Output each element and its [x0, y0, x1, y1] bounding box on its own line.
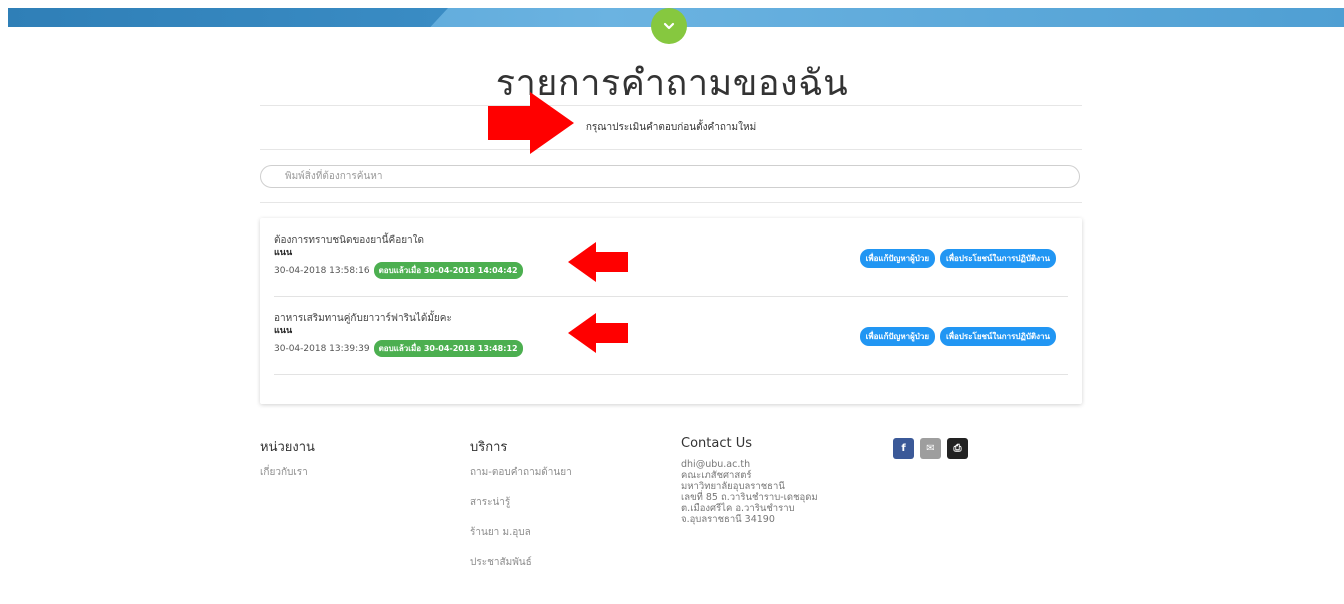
evaluation-notice: กรุณาประเมินคำตอบก่อนตั้งคำถามใหม่	[585, 122, 757, 133]
tag-work-benefit[interactable]: เพื่อประโยชน์ในการปฏิบัติงาน	[940, 327, 1056, 346]
question-item[interactable]: ต้องการทราบชนิดของยานี้คือยาใด แนน 30-04…	[274, 234, 1068, 279]
footer-services-column: บริการ ถาม-ตอบคำถามด้านยา สาระน่ารู้ ร้า…	[470, 436, 572, 585]
chevron-down-icon	[663, 22, 675, 30]
contact-line: มหาวิทยาลัยอุบลราชธานี	[681, 481, 785, 492]
contact-line: เลขที่ 85 ถ.วารินชำราบ-เดชอุดม	[681, 492, 818, 503]
question-tags: เพื่อแก้ปัญหาผู้ป่วย เพื่อประโยชน์ในการป…	[859, 249, 1056, 268]
divider	[260, 202, 1082, 203]
collapse-toggle-button[interactable]	[651, 8, 687, 44]
question-tags: เพื่อแก้ปัญหาผู้ป่วย เพื่อประโยชน์ในการป…	[859, 327, 1056, 346]
footer-heading: หน่วยงาน	[260, 440, 315, 455]
contact-email[interactable]: dhi@ubu.ac.th	[681, 459, 818, 470]
divider	[274, 374, 1068, 375]
footer-link-knowledge[interactable]: สาระน่ารู้	[470, 495, 572, 510]
question-title[interactable]: อาหารเสริมทานคู่กับยาวาร์ฟารินได้มั้ยคะ	[274, 312, 1068, 325]
banner-dark-segment	[8, 8, 448, 27]
tag-work-benefit[interactable]: เพื่อประโยชน์ในการปฏิบัติงาน	[940, 249, 1056, 268]
footer-link-qa[interactable]: ถาม-ตอบคำถามด้านยา	[470, 465, 572, 480]
question-title[interactable]: ต้องการทราบชนิดของยานี้คือยาใด	[274, 234, 1068, 247]
mail-icon[interactable]: ✉	[920, 438, 941, 459]
social-buttons: f ✉ ⎙	[893, 438, 968, 459]
print-icon[interactable]: ⎙	[947, 438, 968, 459]
answered-badge: ตอบแล้วเมื่อ 30-04-2018 14:04:42	[373, 262, 523, 279]
footer-link-about[interactable]: เกี่ยวกับเรา	[260, 465, 315, 480]
divider	[274, 296, 1068, 297]
footer-contact-column: Contact Us dhi@ubu.ac.th คณะเภสัชศาสตร์ …	[681, 436, 818, 525]
tag-patient-problem[interactable]: เพื่อแก้ปัญหาผู้ป่วย	[859, 327, 936, 346]
contact-line: จ.อุบลราชธานี 34190	[681, 514, 775, 525]
footer-heading: Contact Us	[681, 436, 752, 451]
footer-unit-column: หน่วยงาน เกี่ยวกับเรา	[260, 436, 315, 495]
search-input[interactable]	[260, 165, 1080, 188]
annotation-arrow-left	[568, 242, 628, 282]
page-title: รายการคำถามของฉัน	[495, 63, 849, 104]
footer-link-pharmacy[interactable]: ร้านยา ม.อุบล	[470, 525, 572, 540]
asked-timestamp: 30-04-2018 13:39:39	[274, 343, 370, 354]
question-list-card: ต้องการทราบชนิดของยานี้คือยาใด แนน 30-04…	[260, 218, 1082, 404]
asked-timestamp: 30-04-2018 13:58:16	[274, 265, 370, 276]
contact-line: ต.เมืองศรีไค อ.วารินชำราบ	[681, 503, 795, 514]
annotation-arrow-left	[568, 313, 628, 353]
footer-link-pr[interactable]: ประชาสัมพันธ์	[470, 555, 572, 570]
answered-badge: ตอบแล้วเมื่อ 30-04-2018 13:48:12	[373, 340, 523, 357]
contact-line: คณะเภสัชศาสตร์	[681, 470, 752, 481]
annotation-arrow-right	[488, 92, 574, 154]
tag-patient-problem[interactable]: เพื่อแก้ปัญหาผู้ป่วย	[859, 249, 936, 268]
question-item[interactable]: อาหารเสริมทานคู่กับยาวาร์ฟารินได้มั้ยคะ …	[274, 312, 1068, 357]
divider	[260, 105, 1082, 106]
facebook-icon[interactable]: f	[893, 438, 914, 459]
footer-heading: บริการ	[470, 440, 508, 455]
divider	[260, 149, 1082, 150]
